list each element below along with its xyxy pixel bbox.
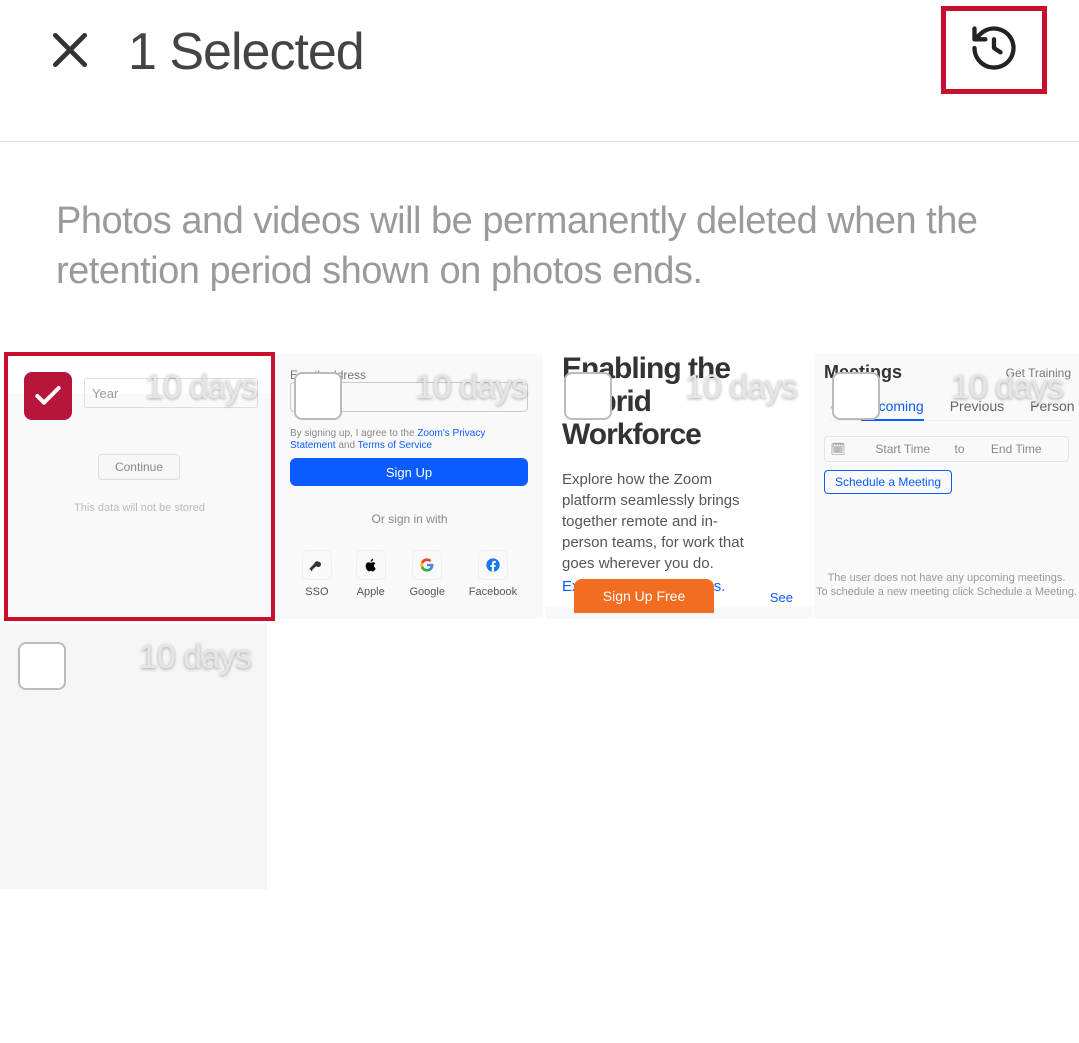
- selection-checkbox[interactable]: [564, 372, 612, 420]
- year-label: Year: [92, 386, 118, 401]
- retention-badge: 10 days: [685, 368, 797, 407]
- retention-badge: 10 days: [415, 368, 527, 407]
- empty-text: To schedule a new meeting click Schedule…: [814, 586, 1079, 598]
- key-icon: [302, 550, 332, 580]
- selection-count-title: 1 Selected: [128, 22, 364, 82]
- history-icon: [968, 22, 1020, 79]
- photo-item[interactable]: 10 days: [0, 624, 267, 889]
- deletion-message: Photos and videos will be permanently de…: [0, 142, 1079, 296]
- retention-badge: 10 days: [145, 368, 257, 407]
- not-stored-text: This data will not be stored: [6, 502, 273, 514]
- selection-checkbox[interactable]: [24, 372, 72, 420]
- selection-checkbox[interactable]: [294, 372, 342, 420]
- google-button[interactable]: Google: [409, 550, 444, 598]
- see-link[interactable]: See: [770, 590, 793, 605]
- hybrid-text: Explore how the Zoom platform seamlessly…: [562, 469, 762, 574]
- google-icon: [412, 550, 442, 580]
- schedule-meeting-button[interactable]: Schedule a Meeting: [824, 470, 952, 494]
- photo-item[interactable]: Enabling the Hybrid Workforce Explore ho…: [546, 354, 813, 619]
- empty-text: The user does not have any upcoming meet…: [814, 572, 1079, 584]
- retention-badge: 10 days: [951, 368, 1063, 407]
- date-range-input[interactable]: 🗓 Start Time to End Time: [824, 436, 1069, 462]
- photo-item[interactable]: Meetings Get Training ‹ Upcoming Previou…: [814, 354, 1079, 619]
- signup-button[interactable]: Sign Up: [290, 458, 528, 486]
- selection-checkbox[interactable]: [18, 642, 66, 690]
- photo-item[interactable]: Year Continue This data will not be stor…: [6, 354, 273, 619]
- history-button[interactable]: [941, 6, 1047, 94]
- or-sign-in-text: Or sign in with: [276, 512, 543, 526]
- selection-header: 1 Selected: [0, 0, 1079, 142]
- calendar-icon: 🗓: [825, 442, 851, 456]
- facebook-button[interactable]: Facebook: [469, 550, 517, 598]
- apple-button[interactable]: Apple: [356, 550, 386, 598]
- sso-button[interactable]: SSO: [302, 550, 332, 598]
- continue-button[interactable]: Continue: [98, 454, 180, 480]
- tos-link[interactable]: Terms of Service: [358, 440, 432, 451]
- facebook-icon: [478, 550, 508, 580]
- retention-badge: 10 days: [139, 638, 251, 677]
- close-icon[interactable]: [48, 28, 92, 72]
- terms-text: By signing up, I agree to the Zoom's Pri…: [290, 428, 530, 452]
- apple-icon: [356, 550, 386, 580]
- photo-item[interactable]: Email address By signing up, I agree to …: [276, 354, 543, 619]
- selection-checkbox[interactable]: [832, 372, 880, 420]
- signup-free-button[interactable]: Sign Up Free: [574, 579, 714, 613]
